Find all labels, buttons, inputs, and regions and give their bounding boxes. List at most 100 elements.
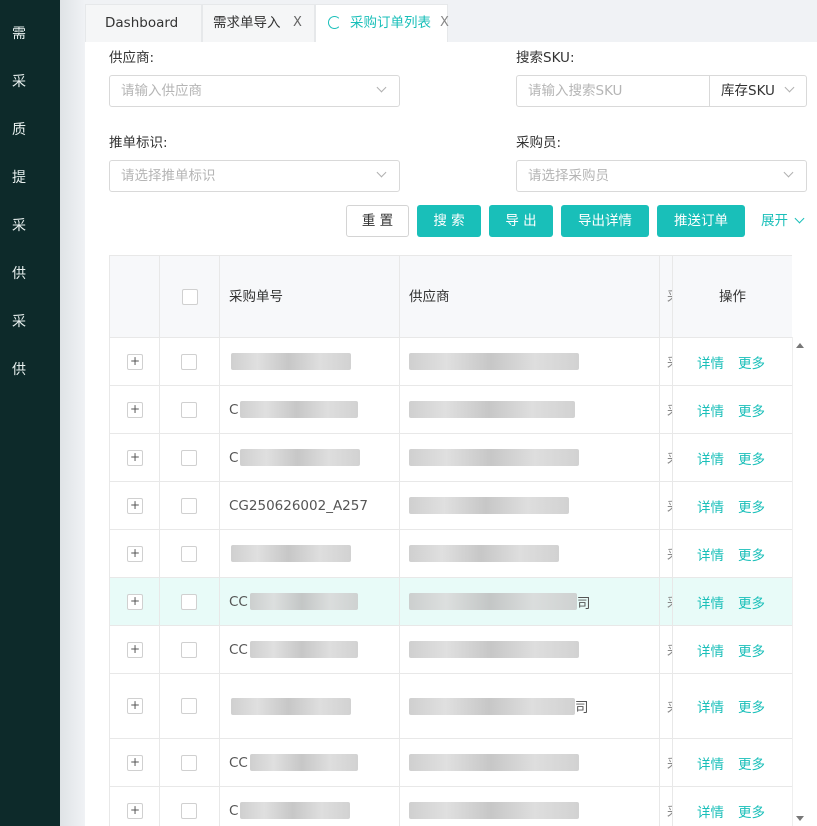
row-checkbox[interactable]: [181, 545, 197, 562]
close-icon[interactable]: X: [440, 5, 449, 41]
row-checkbox[interactable]: [181, 353, 197, 370]
sidebar-item-5[interactable]: 采: [0, 202, 60, 250]
scroll-up-arrow-icon[interactable]: [796, 343, 804, 348]
more-link[interactable]: 更多: [738, 696, 765, 716]
table-row[interactable]: +C采详情更多: [110, 434, 792, 482]
detail-link[interactable]: 详情: [697, 640, 724, 660]
more-link[interactable]: 更多: [738, 448, 765, 468]
buyer-select[interactable]: 请选择采购员: [516, 160, 807, 192]
table-row[interactable]: +CC采详情更多: [110, 626, 792, 674]
supplier-input[interactable]: 请输入供应商: [109, 75, 400, 107]
supplier-cell: [400, 787, 660, 826]
expand-cell: +: [110, 626, 160, 673]
more-link[interactable]: 更多: [738, 640, 765, 660]
push-order-button[interactable]: 推送订单: [657, 205, 745, 237]
row-checkbox[interactable]: [181, 754, 197, 771]
row-checkbox[interactable]: [181, 802, 197, 819]
actions-cell: 详情 更多: [673, 626, 792, 673]
sidebar-item-1[interactable]: 需: [0, 10, 60, 58]
export-button[interactable]: 导 出: [489, 205, 553, 237]
sidebar-item-4[interactable]: 提: [0, 154, 60, 202]
redacted-block: [249, 593, 358, 610]
more-link[interactable]: 更多: [738, 544, 765, 564]
redacted-block: [409, 593, 577, 610]
table-row[interactable]: +CC司采详情更多: [110, 578, 792, 626]
detail-link[interactable]: 详情: [697, 400, 724, 420]
close-icon[interactable]: X: [293, 5, 302, 41]
row-checkbox[interactable]: [181, 593, 197, 610]
sidebar-item-6[interactable]: 供: [0, 250, 60, 298]
push-flag-select[interactable]: 请选择推单标识: [109, 160, 400, 192]
reset-button[interactable]: 重 置: [346, 205, 409, 237]
expand-row-button[interactable]: +: [127, 593, 143, 610]
checkbox-cell: [160, 674, 220, 738]
tab-demand-import[interactable]: 需求单导入 X: [202, 4, 315, 42]
table-row[interactable]: +采详情更多: [110, 530, 792, 578]
order-no-text: C: [229, 802, 239, 819]
expand-row-button[interactable]: +: [127, 449, 143, 466]
expand-row-button[interactable]: +: [127, 497, 143, 514]
scroll-thumb[interactable]: [796, 357, 804, 797]
more-link[interactable]: 更多: [738, 496, 765, 516]
sidebar-item-7[interactable]: 采: [0, 298, 60, 346]
expand-cell: +: [110, 787, 160, 826]
detail-link[interactable]: 详情: [697, 352, 724, 372]
expand-row-button[interactable]: +: [127, 545, 143, 562]
truncated-cell: 采: [660, 674, 673, 738]
more-link[interactable]: 更多: [738, 753, 765, 773]
row-checkbox[interactable]: [181, 401, 197, 418]
redacted-block: [409, 401, 575, 418]
checkbox-cell: [160, 626, 220, 673]
supplier-cell: 司: [400, 578, 660, 625]
redacted-block: [409, 449, 579, 466]
row-checkbox[interactable]: [181, 641, 197, 658]
supplier-cell: [400, 434, 660, 481]
detail-link[interactable]: 详情: [697, 448, 724, 468]
table-row[interactable]: +采详情更多: [110, 338, 792, 386]
supplier-text: 司: [575, 700, 589, 716]
export-detail-button[interactable]: 导出详情: [561, 205, 649, 237]
more-link[interactable]: 更多: [738, 801, 765, 821]
search-button[interactable]: 搜 索: [417, 205, 481, 237]
detail-link[interactable]: 详情: [697, 801, 724, 821]
more-link[interactable]: 更多: [738, 352, 765, 372]
expand-row-button[interactable]: +: [127, 353, 143, 370]
expand-row-button[interactable]: +: [127, 802, 143, 819]
expand-row-button[interactable]: +: [127, 641, 143, 658]
more-link[interactable]: 更多: [738, 400, 765, 420]
table-scrollbar[interactable]: [792, 337, 806, 826]
row-checkbox[interactable]: [181, 497, 197, 514]
sidebar-shadow: [60, 0, 85, 826]
redacted-block: [249, 754, 358, 771]
detail-link[interactable]: 详情: [697, 544, 724, 564]
row-checkbox[interactable]: [181, 698, 197, 714]
sku-search-input[interactable]: 请输入搜索SKU: [516, 75, 710, 107]
tab-purchase-orders[interactable]: 采购订单列表 X: [315, 4, 449, 42]
redacted-block: [240, 401, 359, 418]
table-row[interactable]: + 司 采 详情更多: [110, 674, 792, 739]
detail-link[interactable]: 详情: [697, 496, 724, 516]
table-row[interactable]: +C采详情更多: [110, 787, 792, 826]
detail-link[interactable]: 详情: [697, 592, 724, 612]
detail-link[interactable]: 详情: [697, 753, 724, 773]
sku-type-select[interactable]: 库存SKU: [709, 75, 807, 107]
sidebar-item-8[interactable]: 供: [0, 346, 60, 394]
order-no-cell: CG250626002_A257: [220, 482, 400, 529]
expand-row-button[interactable]: +: [127, 754, 143, 771]
expand-row-button[interactable]: +: [127, 401, 143, 418]
select-all-checkbox[interactable]: [182, 289, 198, 305]
refresh-icon[interactable]: [328, 16, 341, 29]
detail-link[interactable]: 详情: [697, 696, 724, 716]
order-no-cell: C: [220, 386, 400, 433]
row-checkbox[interactable]: [181, 449, 197, 466]
sidebar-item-3[interactable]: 质: [0, 106, 60, 154]
tab-dashboard[interactable]: Dashboard: [85, 4, 202, 42]
scroll-down-arrow-icon[interactable]: [796, 816, 804, 821]
table-row[interactable]: +CG250626002_A257采详情更多: [110, 482, 792, 530]
more-link[interactable]: 更多: [738, 592, 765, 612]
expand-filters-link[interactable]: 展开: [761, 205, 805, 237]
sidebar-item-2[interactable]: 采: [0, 58, 60, 106]
table-row[interactable]: +C采详情更多: [110, 386, 792, 434]
table-row[interactable]: +CC采详情更多: [110, 739, 792, 787]
expand-row-button[interactable]: +: [127, 698, 143, 714]
